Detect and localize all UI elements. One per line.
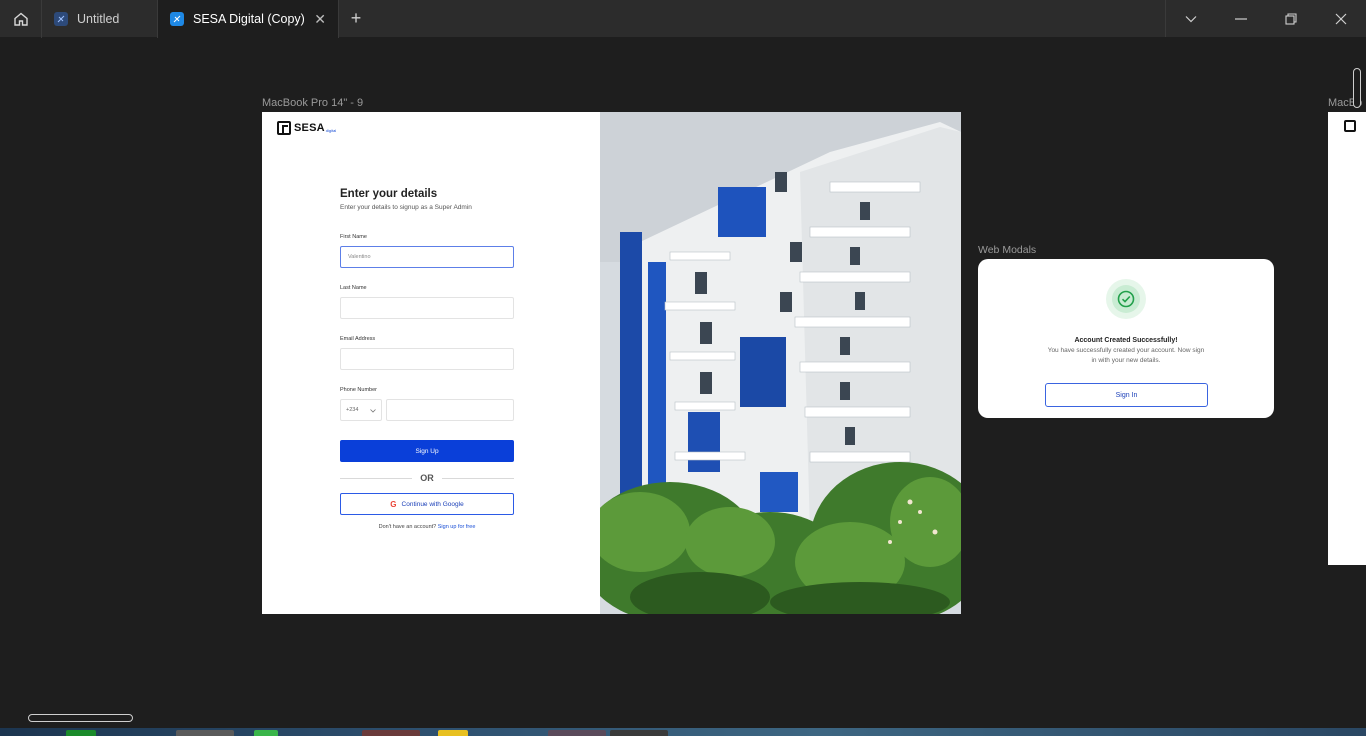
modal-message: You have successfully created your accou… [1047, 347, 1205, 364]
title-bar: Untitled SESA Digital (Copy) ✕ + [0, 0, 1366, 38]
continue-with-google-button[interactable]: G Continue with Google [340, 493, 514, 515]
signup-footer: Don't have an account? Sign up for free [378, 524, 476, 530]
chevron-down-icon [370, 409, 376, 413]
google-icon: G [390, 499, 397, 509]
restore-icon [1285, 13, 1297, 25]
minimize-button[interactable] [1216, 0, 1266, 38]
first-name-input[interactable]: Valentino [340, 246, 514, 268]
taskbar-app-icon[interactable] [254, 730, 278, 736]
new-tab-button[interactable]: + [339, 0, 373, 37]
horizontal-scrollbar[interactable] [28, 714, 133, 722]
restore-button[interactable] [1266, 0, 1316, 38]
taskbar-app-icon[interactable] [176, 730, 234, 736]
last-name-input[interactable] [340, 297, 514, 319]
last-name-label: Last Name [340, 285, 367, 291]
sesa-logo: SESA digital [277, 121, 336, 135]
building-photo [600, 112, 961, 614]
or-divider: OR [340, 472, 514, 484]
taskbar-app-icon[interactable] [66, 730, 96, 736]
taskbar-app-icon[interactable] [362, 730, 420, 736]
vertical-scrollbar[interactable] [1353, 68, 1361, 108]
sign-in-button[interactable]: Sign In [1045, 383, 1208, 407]
tabs-dropdown-button[interactable] [1166, 0, 1216, 38]
signup-frame[interactable]: SESA digital Enter your details Enter yo… [262, 112, 961, 614]
first-name-label: First Name [340, 234, 367, 240]
form-subheading: Enter your details to signup as a Super … [340, 204, 472, 211]
home-button[interactable] [0, 0, 42, 38]
account-created-modal[interactable]: Account Created Successfully! You have s… [978, 259, 1274, 418]
minimize-icon [1235, 18, 1247, 20]
sesa-logo-icon [277, 121, 291, 135]
home-icon [13, 12, 28, 26]
tab-sesa-digital-copy[interactable]: SESA Digital (Copy) ✕ [158, 0, 339, 38]
check-circle-icon [1117, 290, 1135, 308]
close-window-button[interactable] [1316, 0, 1366, 38]
taskbar-app-icon[interactable] [438, 730, 468, 736]
tab-label: Untitled [77, 12, 120, 26]
modal-title: Account Created Successfully! [1074, 337, 1178, 344]
taskbar [0, 728, 1366, 736]
email-label: Email Address [340, 336, 376, 342]
sign-up-button[interactable]: Sign Up [340, 440, 514, 462]
window-controls [1165, 0, 1366, 37]
phone-number-input[interactable] [386, 399, 514, 421]
figma-file-icon [170, 12, 184, 26]
success-badge [1106, 279, 1146, 319]
sesa-logo-icon [1344, 120, 1356, 132]
close-tab-icon[interactable]: ✕ [314, 11, 326, 28]
frame-label-macbook[interactable]: MacBook Pro 14" - 9 [262, 97, 363, 109]
sign-up-free-link[interactable]: Sign up for free [438, 524, 476, 530]
phone-label: Phone Number [340, 387, 377, 393]
form-heading: Enter your details [340, 188, 438, 200]
partial-frame[interactable] [1328, 112, 1366, 565]
tab-label: SESA Digital (Copy) [193, 12, 305, 26]
design-canvas[interactable]: MacBook Pro 14" - 9 SESA digital Enter y… [0, 38, 1366, 728]
country-code-select[interactable]: +234 [340, 399, 382, 421]
taskbar-app-icon[interactable] [610, 730, 668, 736]
email-input[interactable] [340, 348, 514, 370]
close-icon [1335, 13, 1347, 25]
frame-label-web-modals[interactable]: Web Modals [978, 244, 1036, 256]
figma-file-icon [54, 12, 68, 26]
signup-form: Enter your details Enter your details to… [340, 188, 514, 530]
tab-untitled[interactable]: Untitled [42, 0, 158, 38]
chevron-down-icon [1185, 16, 1197, 23]
taskbar-app-icon[interactable] [548, 730, 606, 736]
